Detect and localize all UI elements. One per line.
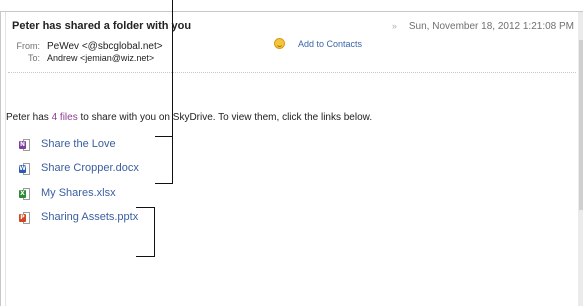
file-link[interactable]: My Shares.xlsx (41, 187, 116, 199)
callout-line (172, 0, 173, 184)
left-inner-border (5, 12, 6, 306)
add-to-contacts-link[interactable]: Add to Contacts (274, 38, 362, 49)
to-row: To: Andrew <jemian@wiz.net> (12, 48, 154, 66)
email-subject: Peter has shared a folder with you (12, 20, 192, 32)
contact-smiley-icon (274, 38, 285, 49)
callout-bracket-top (155, 136, 173, 137)
onenote-icon: N (19, 139, 30, 151)
date-separator-icon: » (391, 21, 397, 31)
file-link[interactable]: Share Cropper.docx (41, 162, 139, 174)
word-icon: W (19, 163, 30, 175)
file-count: 4 files (51, 112, 78, 123)
callout-bracket-lower-bottom (136, 256, 155, 257)
file-link[interactable]: Share the Love (41, 138, 116, 150)
callout-bracket-lower-top (136, 207, 155, 208)
left-border (0, 11, 1, 306)
intro-text-start: Peter has (6, 112, 52, 123)
powerpoint-icon: P (19, 212, 30, 224)
to-address[interactable]: Andrew <jemian@wiz.net> (47, 53, 154, 63)
email-date: » Sun, November 18, 2012 1:21:08 PM (392, 21, 574, 32)
callout-bracket-bottom (155, 183, 173, 184)
to-label: To: (27, 53, 40, 63)
header-divider (8, 72, 576, 73)
intro-text-end: to share with you on SkyDrive. To view t… (77, 112, 373, 123)
scrollbar-thumb[interactable] (579, 40, 583, 210)
excel-icon: X (19, 188, 30, 200)
add-to-contacts-label[interactable]: Add to Contacts (298, 39, 362, 49)
file-link[interactable]: Sharing Assets.pptx (41, 211, 138, 223)
top-border (0, 11, 583, 12)
email-date-text: Sun, November 18, 2012 1:21:08 PM (408, 21, 574, 32)
email-intro-text: Peter has 4 files to share with you on S… (6, 112, 372, 123)
callout-bracket-lower (154, 207, 155, 257)
